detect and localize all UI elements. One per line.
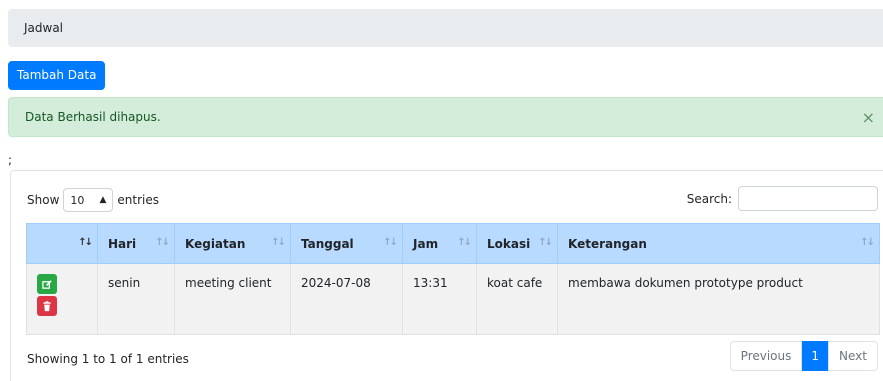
pagination-previous[interactable]: Previous — [729, 341, 803, 371]
column-header-jam[interactable]: Jam ↑↓ — [402, 223, 477, 264]
search-label: Search: — [686, 191, 732, 206]
search-control: Search: — [687, 186, 878, 211]
sort-icon: ↑↓ — [155, 237, 170, 248]
success-alert: Data Berhasil dihapus. × — [8, 97, 883, 137]
length-control: Show 10 ▲︎ entries — [27, 188, 159, 212]
sort-icon: ↑↓ — [78, 237, 93, 248]
length-suffix: entries — [117, 193, 159, 207]
action-cell — [26, 263, 98, 335]
breadcrumb-title: Jadwal — [24, 21, 64, 35]
breadcrumb: Jadwal — [8, 9, 883, 47]
length-prefix: Show — [27, 193, 60, 207]
edit-button[interactable] — [37, 274, 57, 294]
close-icon[interactable]: × — [862, 98, 875, 138]
sort-icon: ↑↓ — [860, 237, 875, 248]
column-header-lokasi[interactable]: Lokasi ↑↓ — [476, 223, 558, 264]
pagination-next[interactable]: Next — [828, 341, 878, 371]
sort-icon: ↑↓ — [457, 237, 472, 248]
search-input[interactable] — [738, 186, 878, 211]
column-header-hari[interactable]: Hari ↑↓ — [97, 223, 175, 264]
cell-keterangan: membawa dokumen prototype product — [557, 263, 880, 335]
trash-icon — [43, 300, 51, 311]
select-caret-icon: ▲︎ — [99, 195, 107, 205]
datatable-card: Show 10 ▲︎ entries Search: ↑↓ Hari ↑↓ Keg… — [10, 170, 883, 381]
cell-tanggal: 2024-07-08 — [290, 263, 403, 335]
cell-hari: senin — [97, 263, 175, 335]
cell-jam: 13:31 — [402, 263, 477, 335]
column-header-tanggal[interactable]: Tanggal ↑↓ — [290, 223, 403, 264]
sort-icon: ↑↓ — [538, 237, 553, 248]
pagination-page-1[interactable]: 1 — [802, 341, 829, 371]
cell-lokasi: koat cafe — [476, 263, 558, 335]
sort-icon: ↑↓ — [383, 237, 398, 248]
sort-icon: ↑↓ — [271, 237, 286, 248]
delete-button[interactable] — [37, 296, 57, 316]
add-data-button[interactable]: Tambah Data — [8, 61, 106, 90]
table-header-row: ↑↓ Hari ↑↓ Kegiatan ↑↓ Tanggal ↑↓ Jam ↑↓ Lok… — [26, 223, 880, 264]
edit-icon — [41, 279, 52, 289]
table-info: Showing 1 to 1 of 1 entries — [27, 352, 189, 366]
pagination: Previous 1 Next — [729, 341, 878, 371]
entries-value: 10 — [70, 193, 85, 207]
cell-kegiatan: meeting client — [174, 263, 291, 335]
stray-text: ; — [8, 153, 13, 167]
column-header-kegiatan[interactable]: Kegiatan ↑↓ — [174, 223, 291, 264]
entries-select[interactable]: 10 ▲︎ — [63, 188, 114, 212]
column-header-action[interactable]: ↑↓ — [26, 223, 98, 264]
column-header-keterangan[interactable]: Keterangan ↑↓ — [557, 223, 880, 264]
schedule-table: ↑↓ Hari ↑↓ Kegiatan ↑↓ Tanggal ↑↓ Jam ↑↓ Lok… — [26, 223, 880, 335]
alert-message: Data Berhasil dihapus. — [25, 110, 161, 124]
table-row: senin meeting client 2024-07-08 13:31 ko… — [26, 263, 880, 335]
